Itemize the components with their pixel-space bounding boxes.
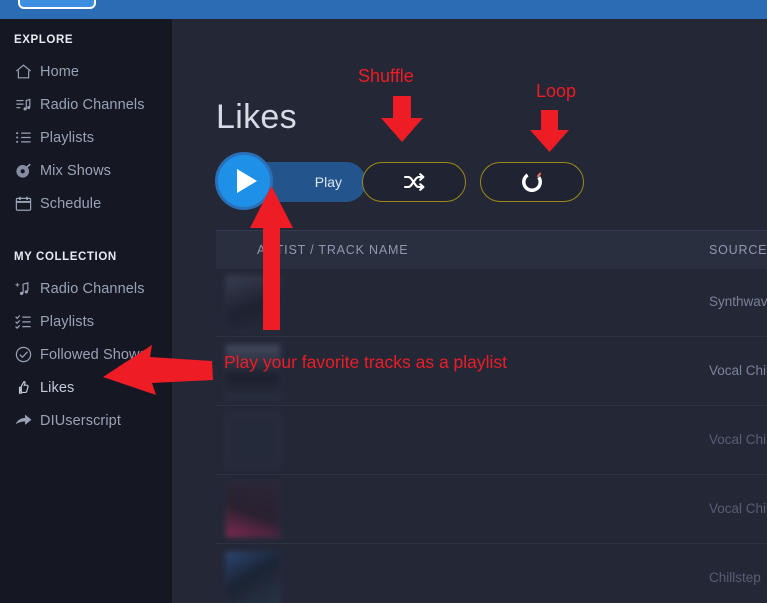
- track-info: [298, 556, 678, 597]
- sidebar-item-label: Followed Shows: [40, 346, 147, 363]
- playlist-icon: [14, 127, 40, 149]
- sidebar-item-home[interactable]: Home: [0, 55, 172, 88]
- track-source: Chillstep: [709, 570, 761, 585]
- sidebar-item-label: Playlists: [40, 313, 95, 330]
- sidebar-item-my-playlists[interactable]: Playlists: [0, 305, 172, 338]
- mix-shows-icon: [14, 160, 40, 182]
- loop-button[interactable]: [480, 162, 584, 202]
- track-source: Synthwave: [709, 294, 767, 309]
- sidebar-heading-my-collection: MY COLLECTION: [14, 251, 117, 263]
- annotation-label-play-hint: Play your favorite tracks as a playlist: [224, 352, 508, 372]
- sidebar-item-label: DIUserscript: [40, 412, 121, 429]
- sidebar-item-label: Likes: [40, 379, 75, 396]
- sidebar-item-label: Radio Channels: [40, 280, 145, 297]
- column-header-artist-track-name: ARTIST / TRACK NAME: [257, 243, 409, 257]
- sidebar-item-radio-channels[interactable]: Radio Channels: [0, 88, 172, 121]
- star-note-icon: [14, 278, 40, 300]
- calendar-icon: [14, 193, 40, 215]
- table-row[interactable]: Synthwave: [216, 268, 767, 337]
- track-info: [298, 418, 678, 459]
- annotation-label-loop: Loop: [536, 81, 577, 101]
- annotation-label-shuffle: Shuffle: [358, 66, 414, 86]
- main-content: Likes Play ARTIST / TRACK NAME SOURCE Sy…: [172, 19, 767, 603]
- track-artwork: [225, 413, 281, 469]
- table-row[interactable]: Chillstep: [216, 544, 767, 603]
- column-header-source: SOURCE: [709, 243, 767, 257]
- track-title: [298, 280, 678, 297]
- loop-icon: [519, 169, 545, 195]
- track-artist: [298, 373, 678, 390]
- sidebar-item-playlists[interactable]: Playlists: [0, 121, 172, 154]
- thumbs-up-icon: [14, 377, 40, 399]
- sidebar-item-label: Schedule: [40, 195, 102, 212]
- sidebar-item-label: Mix Shows: [40, 162, 111, 179]
- track-title: [298, 487, 678, 504]
- track-artwork: [225, 482, 281, 538]
- track-artwork: [225, 551, 281, 603]
- play-triangle-icon: [237, 169, 257, 193]
- sidebar-heading-explore: EXPLORE: [14, 34, 74, 46]
- table-row[interactable]: Vocal Chill: [216, 475, 767, 544]
- shuffle-button[interactable]: [362, 162, 466, 202]
- track-table-header: ARTIST / TRACK NAME SOURCE: [216, 230, 767, 269]
- track-artist: [298, 511, 678, 528]
- track-source: Vocal Chill: [709, 363, 767, 378]
- table-row[interactable]: Vocal Chill: [216, 406, 767, 475]
- sidebar-item-diuserscript[interactable]: DIUserscript: [0, 404, 172, 437]
- sidebar-item-likes[interactable]: Likes: [0, 371, 172, 404]
- track-info: [298, 487, 678, 528]
- shuffle-icon: [400, 170, 428, 194]
- checklist-icon: [14, 311, 40, 333]
- sidebar-item-label: Playlists: [40, 129, 95, 146]
- play-circle-button[interactable]: [215, 152, 273, 210]
- track-source: Vocal Chill: [709, 501, 767, 516]
- track-title: [298, 418, 678, 435]
- track-artist: [298, 580, 678, 597]
- sidebar-item-my-radio-channels[interactable]: Radio Channels: [0, 272, 172, 305]
- track-info: [298, 280, 678, 321]
- track-source: Vocal Chill: [709, 432, 767, 447]
- track-list: Synthwave Vocal Chill Vocal Chill: [216, 268, 767, 603]
- sidebar-item-schedule[interactable]: Schedule: [0, 187, 172, 220]
- share-arrow-icon: [14, 410, 40, 432]
- radio-channels-icon: [14, 94, 40, 116]
- sidebar-collection-list: Radio Channels Playlists Followed Shows: [0, 272, 172, 437]
- play-button-label: Play: [314, 174, 342, 190]
- sidebar-item-followed-shows[interactable]: Followed Shows: [0, 338, 172, 371]
- sidebar-item-label: Home: [40, 63, 80, 80]
- browser-tab[interactable]: [18, 0, 96, 9]
- browser-top-bar: [0, 0, 767, 19]
- sidebar-explore-list: Home Radio Channels Playlists Mix Shows …: [0, 55, 172, 220]
- track-title: [298, 556, 678, 573]
- track-artist: [298, 304, 678, 321]
- sidebar: EXPLORE Home Radio Channels Playlists Mi…: [0, 19, 172, 603]
- sidebar-item-mix-shows[interactable]: Mix Shows: [0, 154, 172, 187]
- track-artist: [298, 442, 678, 459]
- page-title: Likes: [216, 97, 297, 136]
- track-artwork: [225, 275, 281, 331]
- check-circle-icon: [14, 344, 40, 366]
- home-icon: [14, 61, 40, 83]
- sidebar-item-label: Radio Channels: [40, 96, 145, 113]
